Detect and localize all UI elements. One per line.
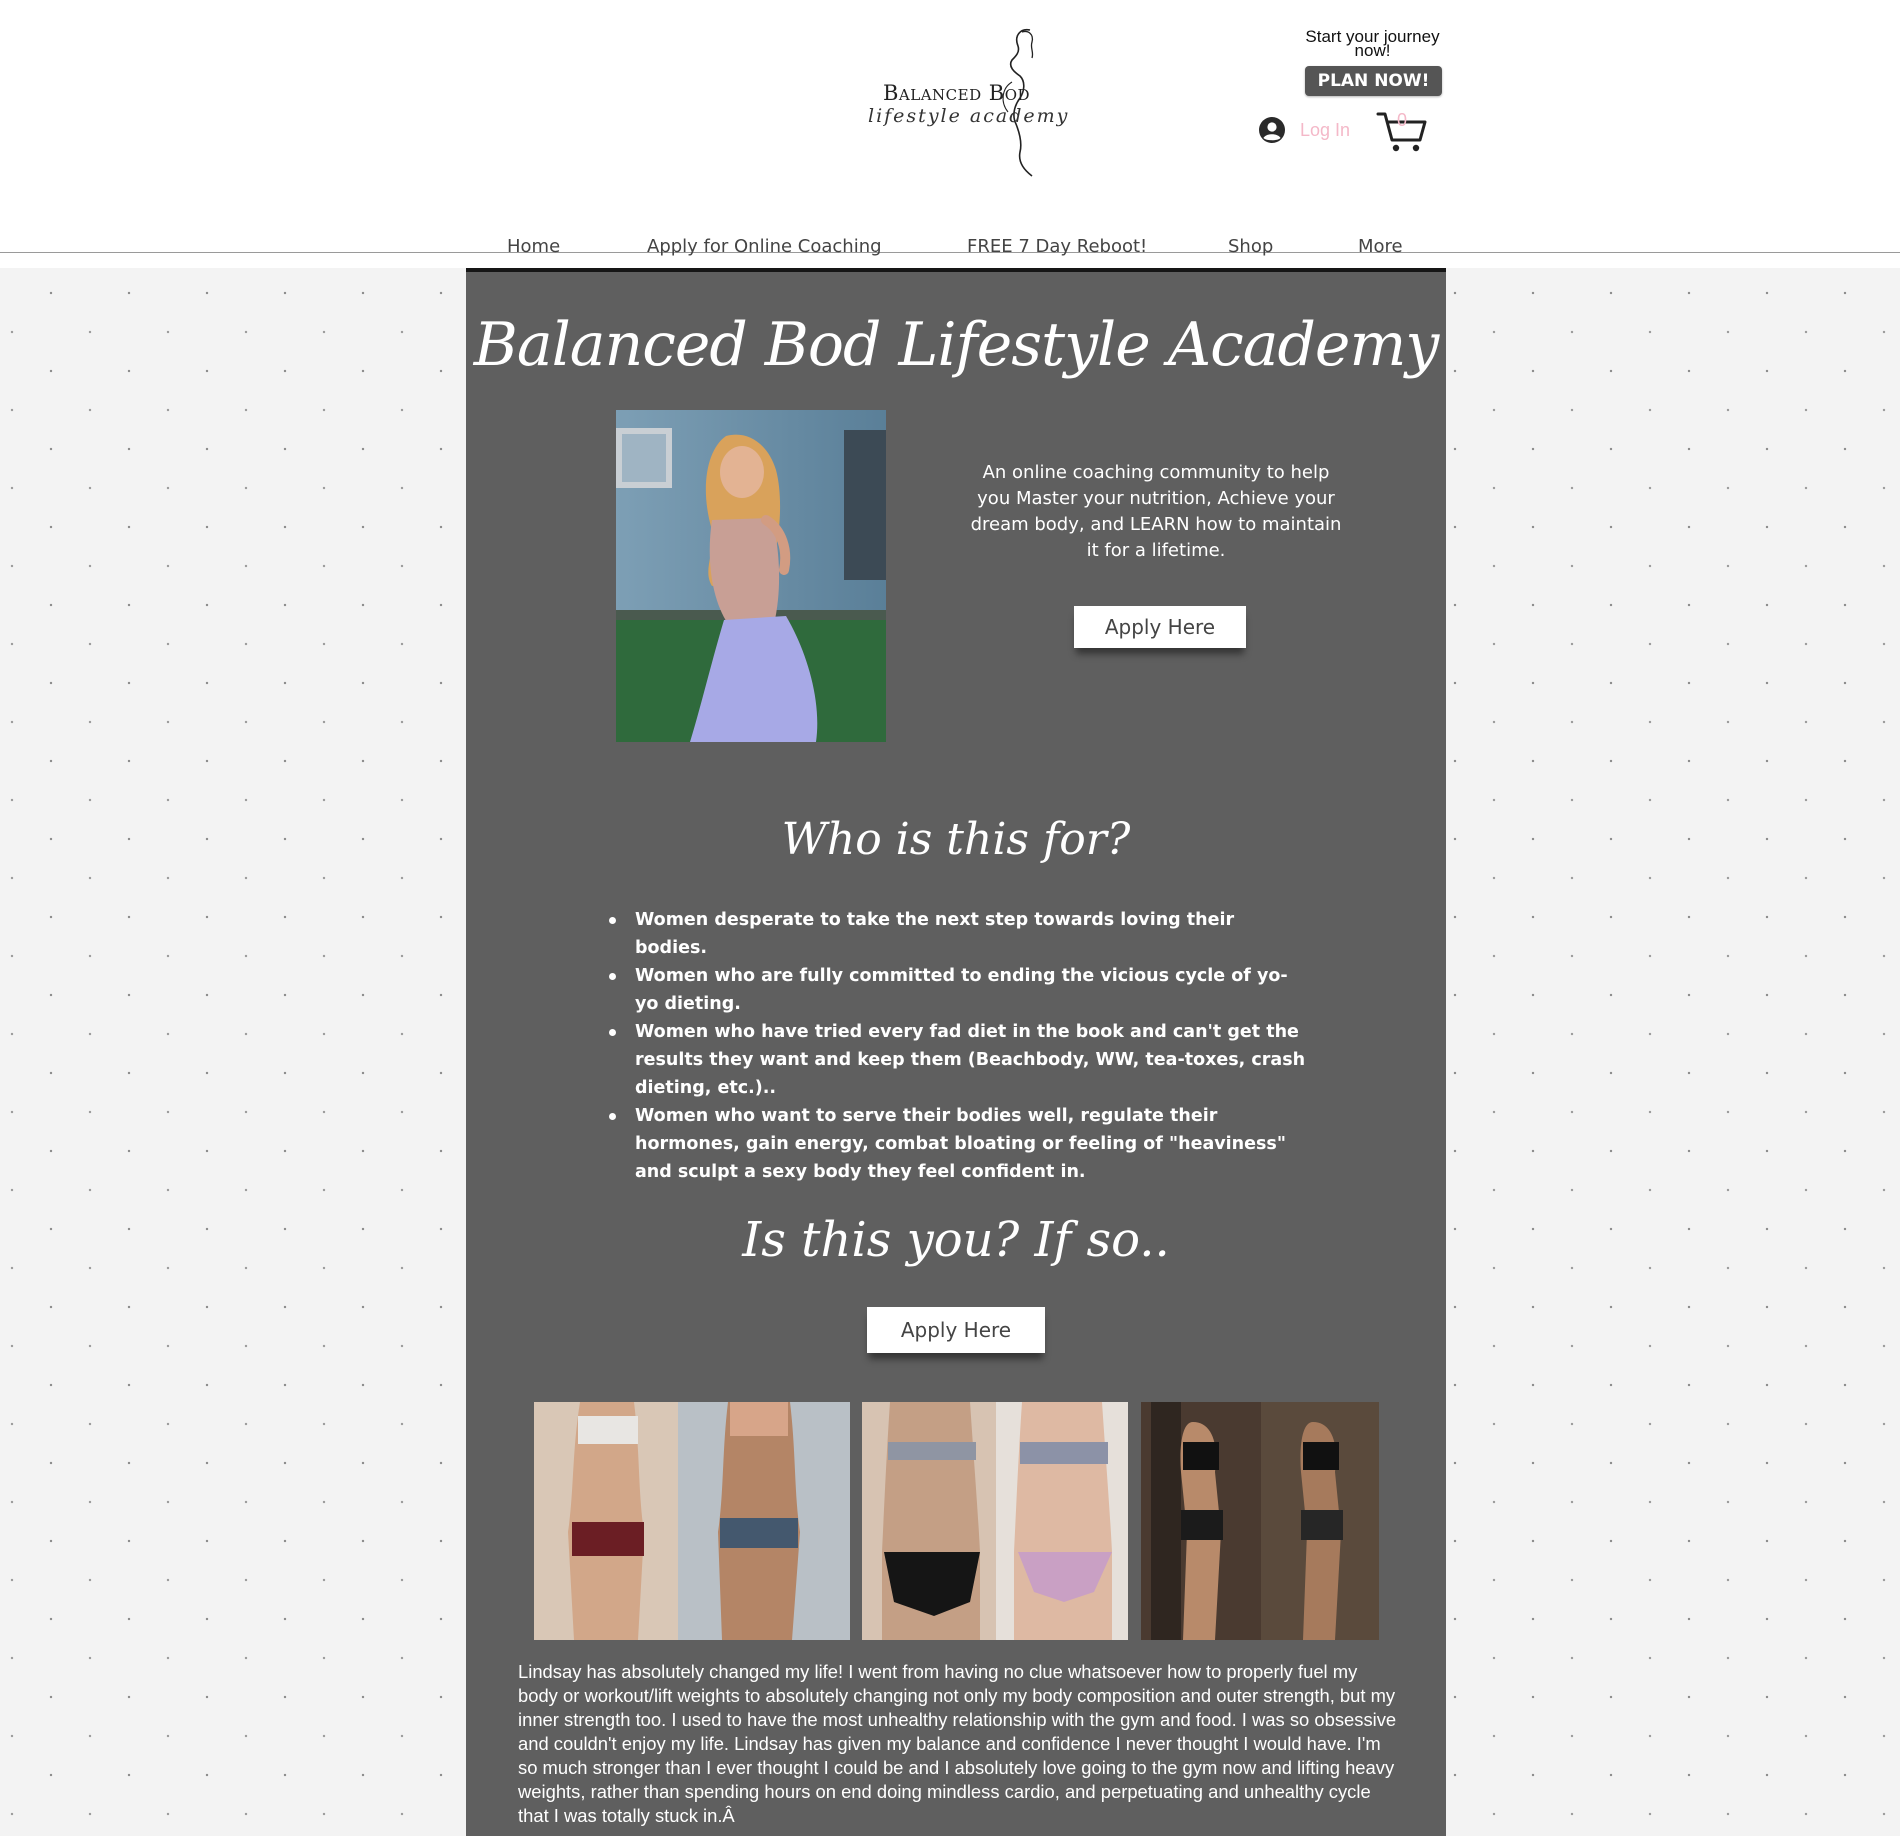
transformation-photo-1 <box>534 1402 850 1640</box>
login-label: Log In <box>1300 119 1351 140</box>
nav-item-free-reboot[interactable]: FREE 7 Day Reboot! <box>967 236 1147 257</box>
apply-here-button-2[interactable]: Apply Here <box>867 1307 1045 1353</box>
nav-item-shop[interactable]: Shop <box>1228 236 1273 257</box>
list-item: Women who have tried every fad diet in t… <box>606 1018 1306 1102</box>
hero-photo <box>616 410 886 742</box>
login-link[interactable]: Log In <box>1258 115 1350 145</box>
cart-button[interactable]: 0 <box>1376 110 1428 154</box>
apply-here-button[interactable]: Apply Here <box>1074 606 1246 648</box>
list-item: Women who are fully committed to ending … <box>606 962 1306 1018</box>
promo-line-2: now! <box>1354 41 1391 60</box>
promo-text: Start your journey now! <box>1290 28 1455 60</box>
site-header: Balanced Bod lifestyle academy Start you… <box>0 0 1900 268</box>
nav-item-home[interactable]: Home <box>507 236 560 257</box>
cart-count: 0 <box>1397 110 1408 130</box>
list-item: Women desperate to take the next step to… <box>606 906 1306 962</box>
intro-text: An online coaching community to help you… <box>970 462 1342 561</box>
main-navigation: Home Apply for Online Coaching FREE 7 Da… <box>0 236 1900 262</box>
audience-list: Women desperate to take the next step to… <box>606 906 1306 1186</box>
main-content: Balanced Bod Lifestyle Academy An online… <box>466 268 1446 1836</box>
logo-tagline-text: lifestyle academy <box>868 105 1070 127</box>
list-item: Women who want to serve their bodies wel… <box>606 1102 1306 1186</box>
nav-item-apply-coaching[interactable]: Apply for Online Coaching <box>647 236 882 257</box>
site-logo[interactable]: Balanced Bod lifestyle academy <box>862 24 1067 184</box>
logo-brand-text: Balanced Bod <box>883 81 1031 105</box>
transformation-photo-2 <box>862 1402 1128 1640</box>
user-avatar-icon <box>1259 117 1285 143</box>
plan-now-button[interactable]: PLAN NOW! <box>1305 66 1442 96</box>
is-this-you-heading: Is this you? If so.. <box>742 1212 1170 1268</box>
content-top-bar <box>466 268 1446 272</box>
page-title: Balanced Bod Lifestyle Academy <box>473 310 1439 380</box>
nav-item-more[interactable]: More <box>1358 236 1403 257</box>
who-heading: Who is this for? <box>781 814 1131 865</box>
testimonial-text: Lindsay has absolutely changed my life! … <box>518 1661 1397 1826</box>
transformation-photo-3 <box>1141 1402 1379 1640</box>
